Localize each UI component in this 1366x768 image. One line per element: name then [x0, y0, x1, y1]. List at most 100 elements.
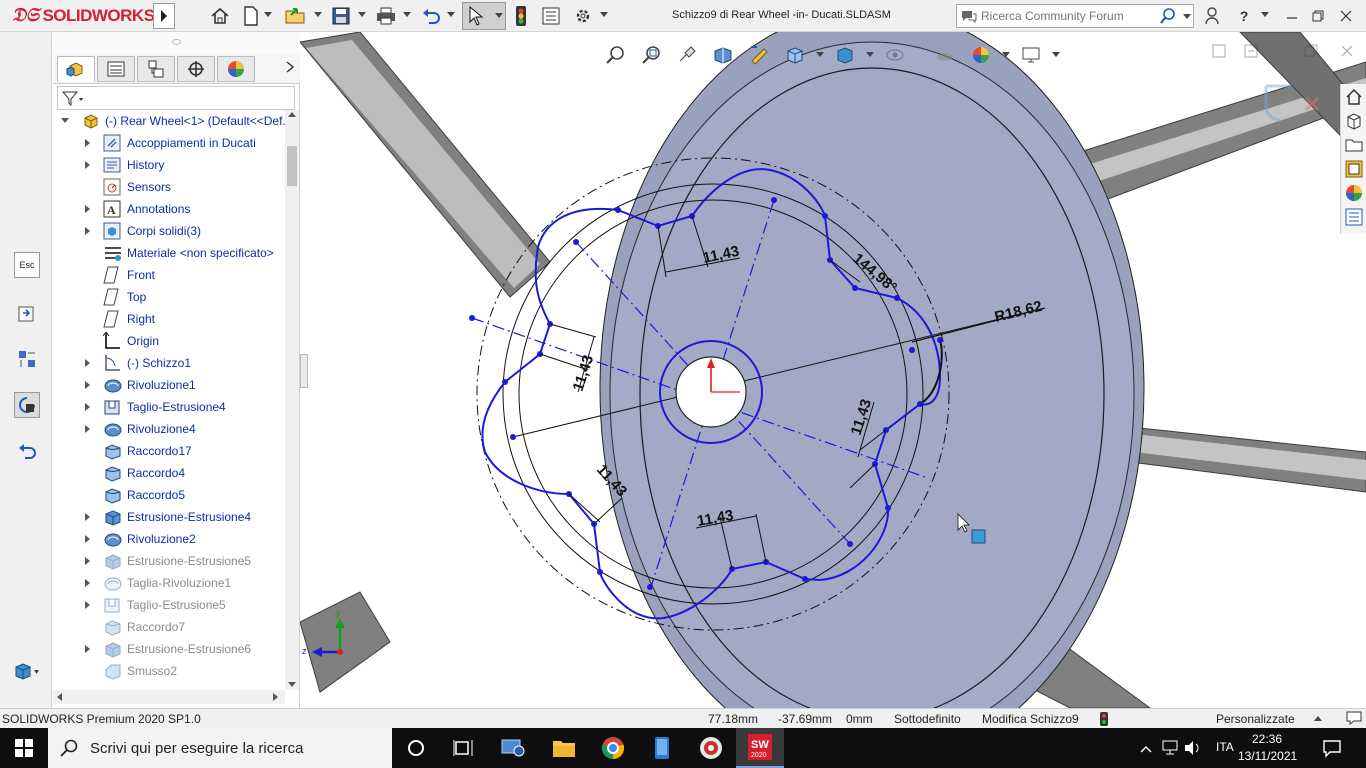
options-button[interactable]: [572, 4, 594, 28]
help-dropdown-arrow[interactable]: [1261, 12, 1269, 17]
file-properties-button[interactable]: [540, 4, 562, 28]
tree-item[interactable]: History: [53, 154, 285, 176]
home-button[interactable]: [208, 4, 232, 28]
tab-feature-tree[interactable]: [57, 56, 95, 82]
open-button[interactable]: [284, 4, 308, 28]
options-dropdown-arrow[interactable]: [600, 12, 608, 17]
help-button[interactable]: ?: [1234, 6, 1254, 26]
community-search-box[interactable]: [956, 4, 1194, 28]
tree-item[interactable]: Raccordo4: [53, 462, 285, 484]
hide-show-button[interactable]: [884, 44, 906, 66]
taskbar-app-explorer[interactable]: [540, 728, 588, 768]
tree-vertical-scrollbar[interactable]: [285, 110, 299, 690]
expand-arrow-icon[interactable]: [85, 161, 90, 169]
taskbar-app-solidworks[interactable]: SW 2020: [736, 728, 784, 768]
graphics-viewport[interactable]: 11,43 11,43 11,43 11,43 11,43 144,98° R1…: [300, 32, 1366, 708]
print-button[interactable]: [374, 4, 398, 28]
undo-dropdown-arrow[interactable]: [447, 12, 455, 17]
tree-item[interactable]: Front: [53, 264, 285, 286]
expand-arrow-icon[interactable]: [85, 535, 90, 543]
design-library-tab[interactable]: [1343, 110, 1365, 132]
file-explorer-tab[interactable]: [1343, 134, 1365, 156]
save-dropdown-arrow[interactable]: [358, 12, 366, 17]
view-orientation-hud-button[interactable]: [784, 44, 806, 66]
menu-expand-button[interactable]: [153, 3, 175, 29]
tree-item[interactable]: Estrusione-Estrusione6: [53, 638, 285, 660]
view-palette-tab[interactable]: [1343, 158, 1365, 180]
user-button[interactable]: [1202, 6, 1222, 26]
unit-system[interactable]: Personalizzate: [1216, 712, 1295, 726]
print-dropdown-arrow[interactable]: [403, 12, 411, 17]
taskbar-search[interactable]: Scrivi qui per eseguire la ricerca: [48, 728, 392, 768]
custom-properties-tab[interactable]: [1343, 206, 1365, 228]
tree-item[interactable]: Taglio-Estrusione4: [53, 396, 285, 418]
expand-arrow-icon[interactable]: [85, 227, 90, 235]
minimize-button[interactable]: [1282, 6, 1302, 26]
expand-arrow-icon[interactable]: [85, 557, 90, 565]
tree-item[interactable]: Top: [53, 286, 285, 308]
show-hidden-icons-button[interactable]: [1140, 742, 1152, 756]
taskbar-app-media[interactable]: [687, 728, 735, 768]
tree-item[interactable]: Rivoluzione4: [53, 418, 285, 440]
start-button[interactable]: [0, 728, 48, 768]
expand-arrow-icon[interactable]: [85, 579, 90, 587]
tabs-next-button[interactable]: [286, 60, 295, 76]
taskbar-app-phone[interactable]: [638, 728, 686, 768]
scroll-thumb[interactable]: [287, 146, 297, 186]
tree-item[interactable]: Accoppiamenti in Ducati: [53, 132, 285, 154]
zoom-to-fit-button[interactable]: [604, 44, 626, 66]
expand-arrow-icon[interactable]: [85, 425, 90, 433]
collapse-arrow-icon[interactable]: [61, 118, 69, 123]
view-orientation-button[interactable]: [14, 658, 40, 684]
display-style-button[interactable]: [834, 44, 856, 66]
view-settings-button[interactable]: [1020, 44, 1042, 66]
expand-arrow-icon[interactable]: [85, 359, 90, 367]
tree-item[interactable]: Raccordo5: [53, 484, 285, 506]
restore-button[interactable]: [1308, 6, 1328, 26]
help-tooltips-button[interactable]: [1346, 711, 1362, 728]
undo-sketch-button[interactable]: [14, 438, 40, 464]
tree-item[interactable]: Estrusione-Estrusione5: [53, 550, 285, 572]
task-view-button[interactable]: [440, 728, 488, 768]
close-button[interactable]: [1336, 6, 1356, 26]
display-style-dropdown[interactable]: [866, 52, 874, 57]
tree-root-assembly[interactable]: (-) Rear Wheel<1> (Default<<Def...: [53, 110, 285, 132]
tree-item[interactable]: Origin: [53, 330, 285, 352]
tree-item[interactable]: A Annotations: [53, 198, 285, 220]
tree-filter[interactable]: [57, 86, 295, 110]
smart-dimension-button[interactable]: [14, 346, 40, 372]
appearances-tab[interactable]: [1343, 182, 1365, 204]
select-dropdown-arrow[interactable]: [495, 13, 503, 18]
esc-button[interactable]: Esc: [14, 252, 40, 278]
taskbar-app-network[interactable]: [490, 728, 538, 768]
view-settings-dropdown[interactable]: [1052, 52, 1060, 57]
taskbar-app-chrome[interactable]: [589, 728, 637, 768]
new-dropdown-arrow[interactable]: [264, 12, 272, 17]
tab-dimxpert[interactable]: [177, 56, 215, 82]
taskbar-clock[interactable]: 22:36 13/11/2021: [1238, 731, 1297, 765]
edit-appearance-button[interactable]: [970, 44, 992, 66]
viewport-maximize-button[interactable]: [1304, 44, 1318, 61]
expand-arrow-icon[interactable]: [85, 645, 90, 653]
solidworks-logo[interactable]: 𝔇𝔖 SOLIDWORKS: [12, 2, 155, 30]
dim-left[interactable]: 11,43: [570, 353, 598, 393]
tree-item[interactable]: Taglio-Estrusione5: [53, 594, 285, 616]
tree-item[interactable]: Corpi solidi(3): [53, 220, 285, 242]
dynamic-annotation-button[interactable]: [748, 44, 770, 66]
tree-horizontal-scrollbar[interactable]: [53, 690, 285, 704]
notifications-button[interactable]: [1322, 738, 1342, 761]
view-orientation-dropdown[interactable]: [816, 52, 824, 57]
scroll-right-arrow[interactable]: [273, 693, 278, 701]
expand-arrow-icon[interactable]: [85, 601, 90, 609]
tab-property-manager[interactable]: [97, 56, 135, 82]
units-dropdown-arrow[interactable]: [1314, 716, 1322, 721]
scroll-down-arrow[interactable]: [288, 682, 296, 687]
panel-grip[interactable]: ⬭: [53, 32, 300, 54]
viewport-close-button[interactable]: [1340, 44, 1354, 61]
previous-view-button[interactable]: [676, 44, 698, 66]
tree-item[interactable]: Taglia-Rivoluzione1: [53, 572, 285, 594]
select-button[interactable]: [462, 2, 506, 30]
search-icon[interactable]: [1159, 7, 1177, 25]
tab-configuration-manager[interactable]: [137, 56, 175, 82]
tree-item[interactable]: Right: [53, 308, 285, 330]
